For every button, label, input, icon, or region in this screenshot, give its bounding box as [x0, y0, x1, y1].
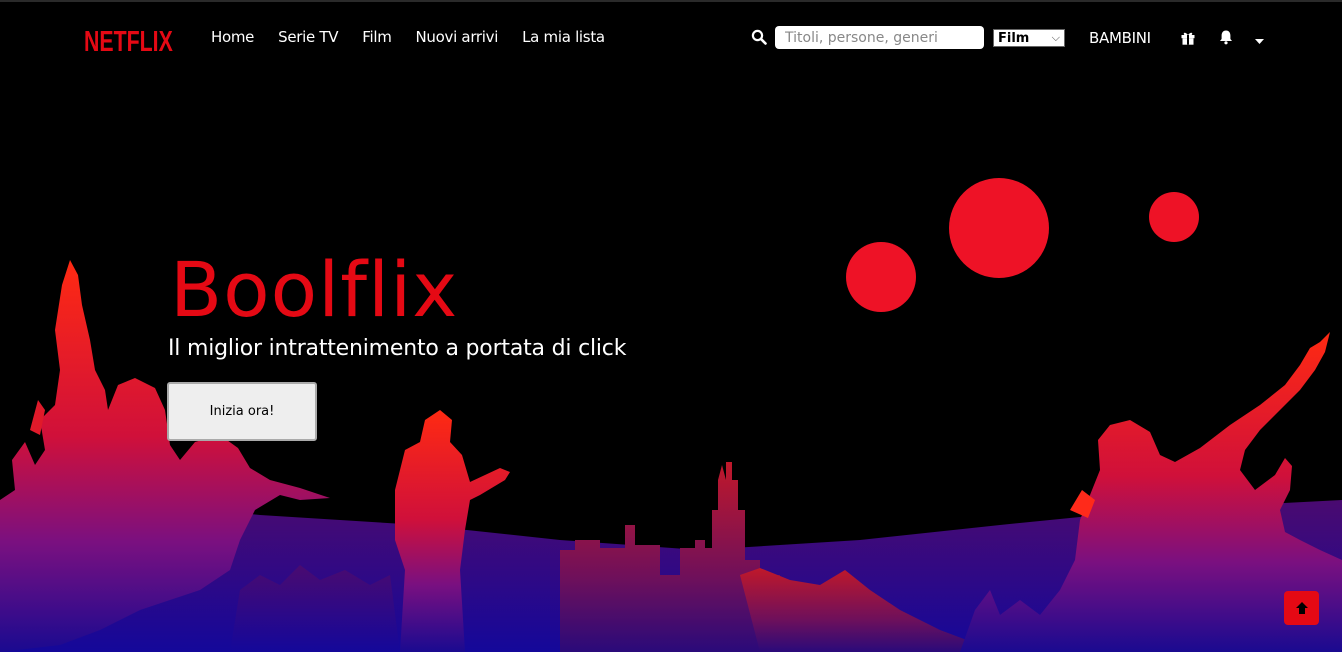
- top-navigation-bar: NETFLIX Home Serie TV Film Nuovi arrivi …: [0, 2, 1342, 70]
- caret-down-icon[interactable]: [1254, 38, 1265, 45]
- bell-icon[interactable]: [1218, 29, 1234, 45]
- search-input[interactable]: [775, 26, 984, 49]
- kids-link[interactable]: BAMBINI: [1089, 29, 1151, 47]
- decor-circle-small: [846, 242, 916, 312]
- main-nav: Home Serie TV Film Nuovi arrivi La mia l…: [211, 28, 629, 46]
- hero-title: Boolflix: [170, 245, 459, 334]
- gift-icon[interactable]: [1180, 30, 1196, 46]
- arrow-up-icon: [1295, 602, 1308, 614]
- nav-serie-tv[interactable]: Serie TV: [278, 28, 338, 46]
- nav-la-mia-lista[interactable]: La mia lista: [522, 28, 605, 46]
- nav-nuovi-arrivi[interactable]: Nuovi arrivi: [416, 28, 499, 46]
- start-now-button[interactable]: Inizia ora!: [167, 382, 317, 441]
- concert-crowd-illustration: [0, 178, 1342, 652]
- hero-subtitle: Il miglior intrattenimento a portata di …: [168, 336, 627, 361]
- decor-circle-large: [949, 178, 1049, 278]
- netflix-logo[interactable]: NETFLIX: [84, 24, 173, 59]
- nav-film[interactable]: Film: [362, 28, 392, 46]
- hero-section: [0, 70, 1342, 652]
- type-select[interactable]: Film ⌵: [993, 29, 1065, 47]
- search-icon[interactable]: [751, 29, 767, 45]
- scroll-to-top-button[interactable]: [1284, 591, 1319, 625]
- chevron-down-icon: ⌵: [1051, 31, 1060, 44]
- nav-home[interactable]: Home: [211, 28, 254, 46]
- decor-circle-right: [1149, 192, 1199, 242]
- type-select-value: Film: [998, 30, 1030, 46]
